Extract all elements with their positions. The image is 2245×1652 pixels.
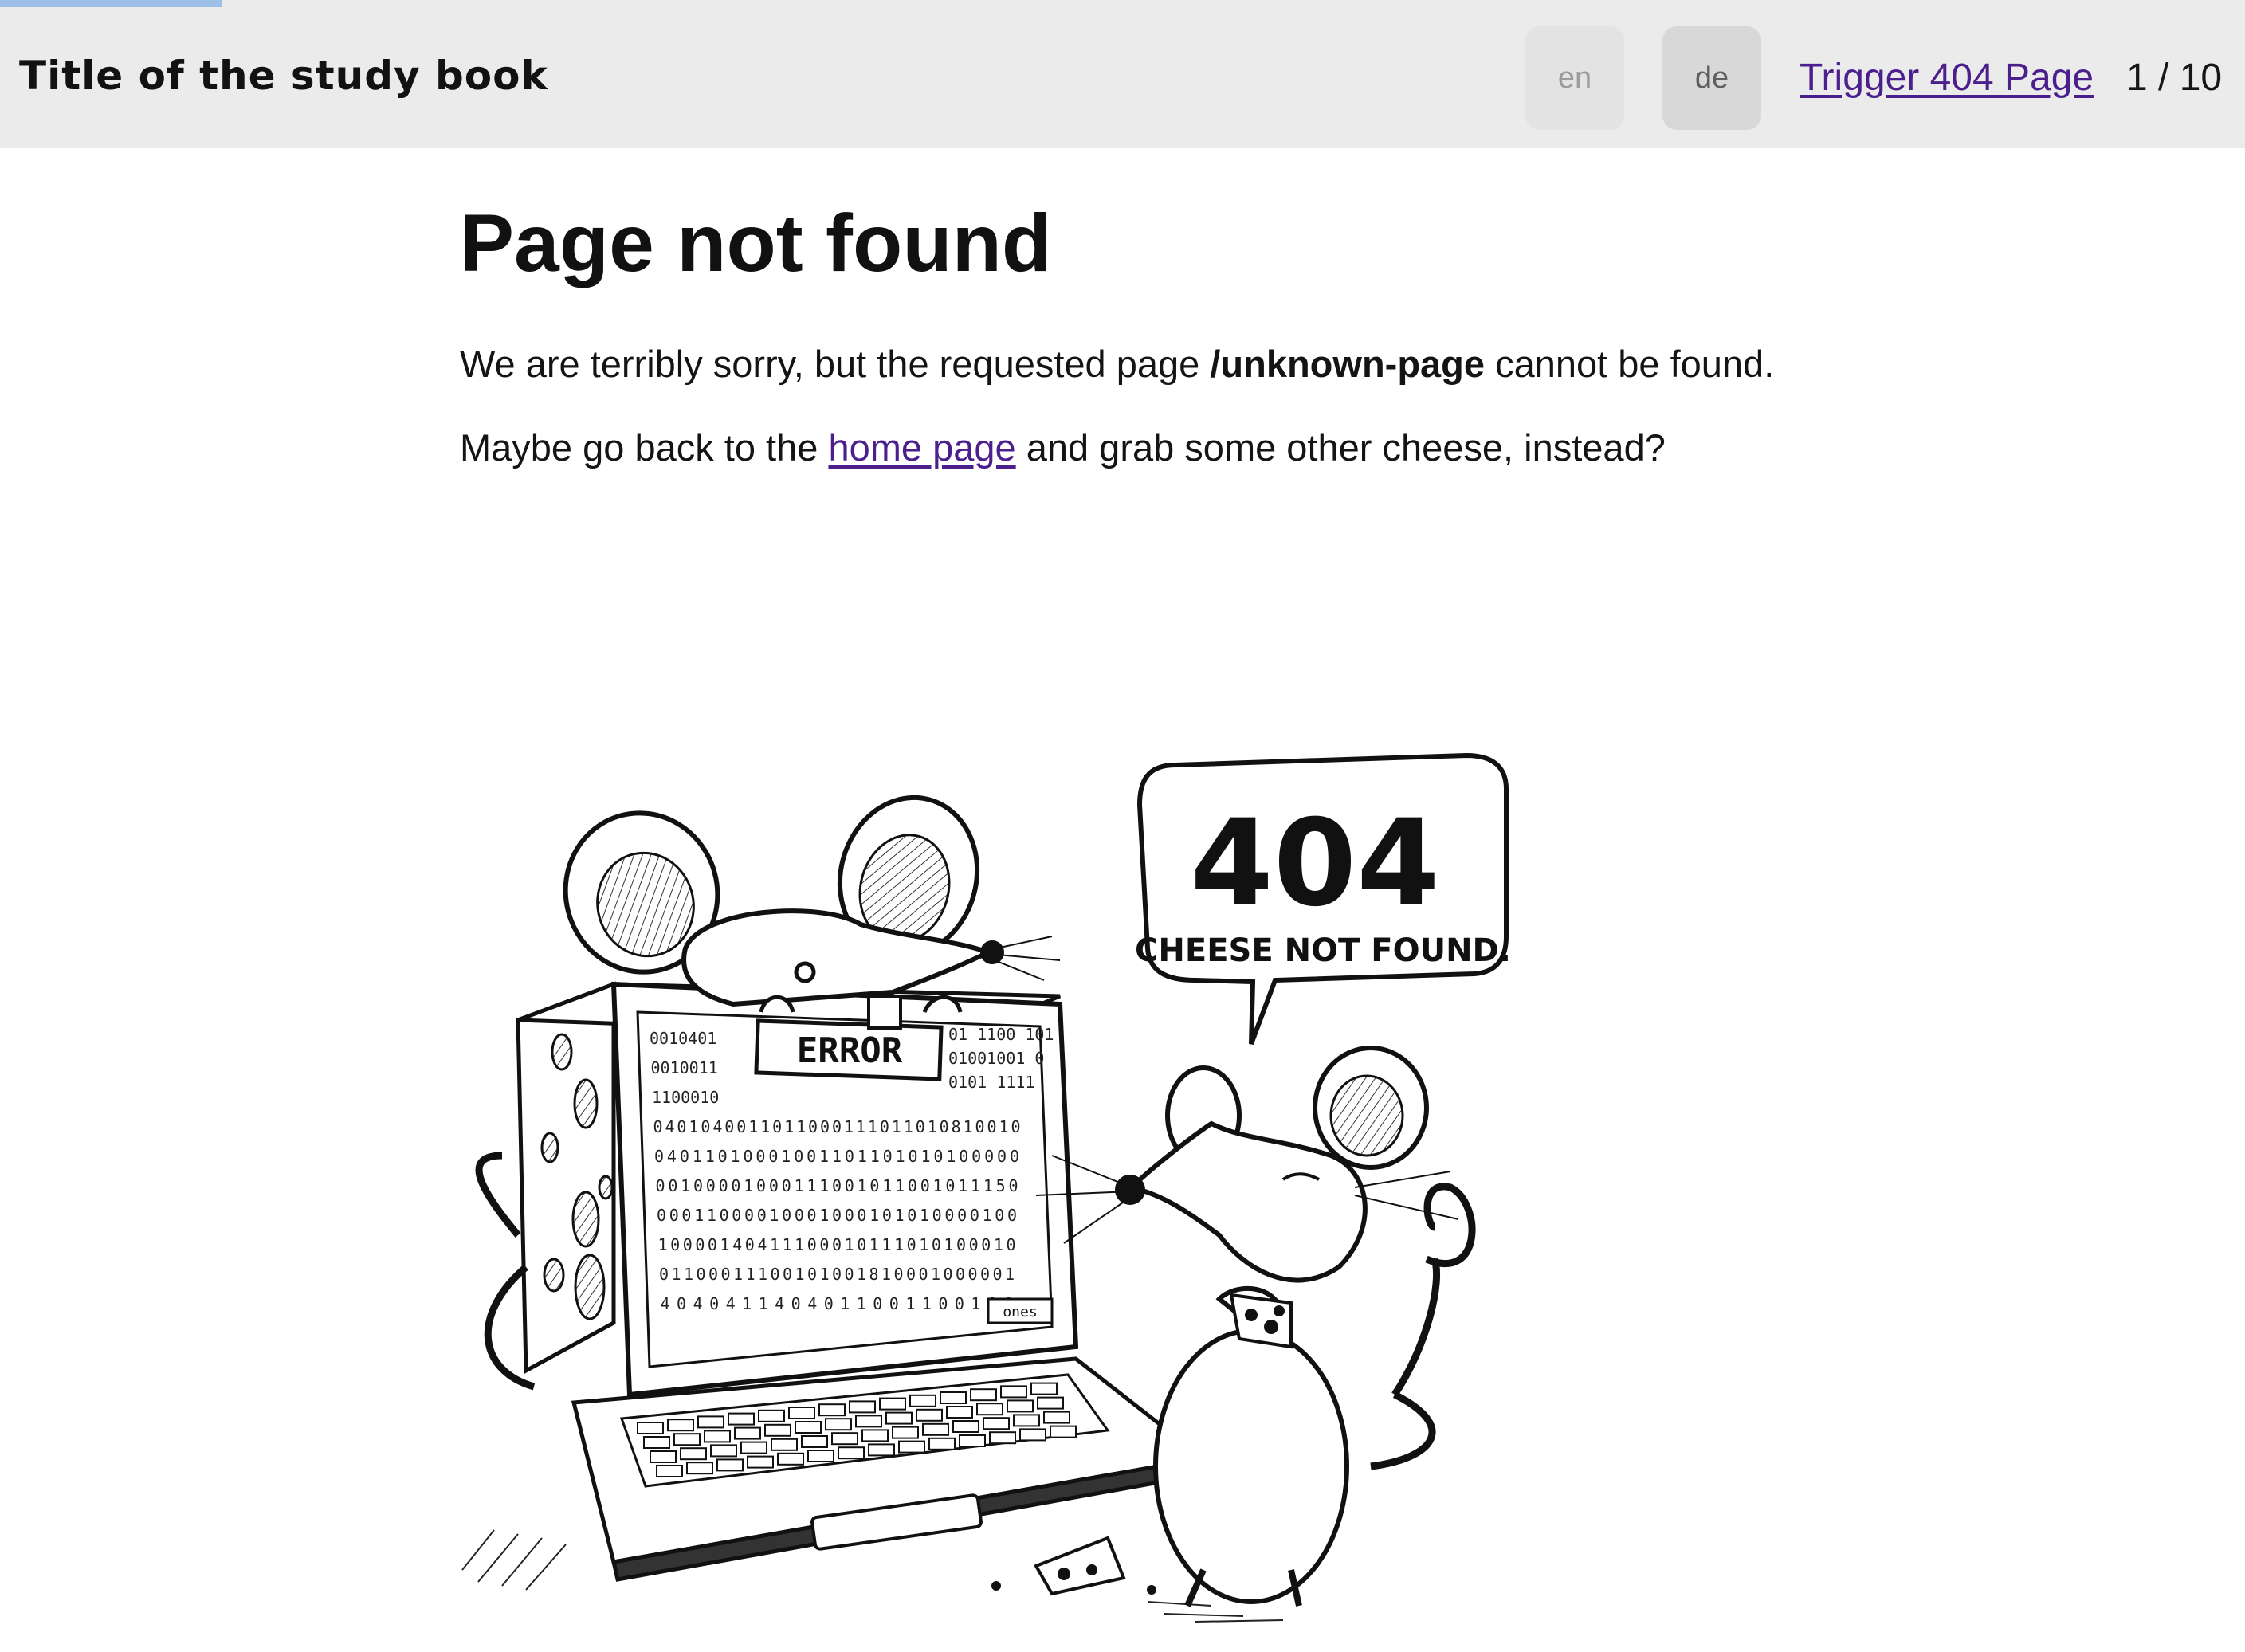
binary-row: 1100010 xyxy=(652,1088,719,1107)
keyboard-key xyxy=(788,1407,815,1419)
keyboard-key xyxy=(1037,1396,1064,1410)
keyboard-key xyxy=(740,1441,767,1454)
binary-row-right: 0101 1111 xyxy=(948,1073,1034,1092)
home-page-link[interactable]: home page xyxy=(828,426,1015,469)
keyboard-key xyxy=(734,1426,761,1440)
keyboard-key xyxy=(983,1417,1010,1430)
error-message-end: cannot be found. xyxy=(1485,343,1775,385)
keyboard-key xyxy=(818,1403,846,1417)
keyboard-key xyxy=(825,1418,852,1431)
keyboard-key xyxy=(970,1388,997,1402)
standing-mouse xyxy=(1035,1046,1476,1607)
keyboard-key xyxy=(801,1435,828,1448)
keyboard-key xyxy=(976,1403,1003,1416)
suggestion-start: Maybe go back to the xyxy=(460,426,829,469)
laptop-screen: ERROR 0010401 0010011 1100010 0401040011011… xyxy=(610,981,1079,1398)
screen-small-label: ones xyxy=(1003,1304,1037,1320)
keyboard-key xyxy=(946,1406,973,1419)
keyboard-key xyxy=(849,1400,876,1414)
page-counter: 1 / 10 xyxy=(2126,57,2223,99)
keyboard-key xyxy=(697,1415,724,1429)
keyboard-key xyxy=(1013,1414,1040,1427)
floor-shadow xyxy=(461,1529,1284,1623)
binary-row: 0010401 xyxy=(650,1029,716,1048)
keyboard-key xyxy=(667,1419,694,1432)
keyboard-key xyxy=(807,1450,834,1462)
trigger-404-link[interactable]: Trigger 404 Page xyxy=(1800,56,2094,100)
keyboard-key xyxy=(650,1450,677,1463)
keyboard-key xyxy=(716,1458,744,1472)
binary-row: 10000140411100010111010100010 xyxy=(658,1235,1016,1254)
suggestion-end: and grab some other cheese, instead? xyxy=(1015,426,1666,469)
keyboard-key xyxy=(940,1391,967,1404)
keyboard-key xyxy=(928,1437,956,1450)
requested-path: /unknown-page xyxy=(1210,343,1486,385)
bubble-caption: CHEESE NOT FOUND. xyxy=(1135,932,1511,969)
keyboard-key xyxy=(673,1433,701,1446)
keyboard-key xyxy=(868,1443,895,1457)
keyboard-key xyxy=(959,1434,986,1447)
reading-progress-overlay xyxy=(0,0,2245,7)
keyboard-key xyxy=(680,1447,707,1461)
keyboard-key xyxy=(1030,1382,1058,1395)
keyboard-key xyxy=(656,1465,683,1477)
binary-row-right: 01001001 0 xyxy=(948,1049,1044,1068)
speech-bubble: 404 CHEESE NOT FOUND. xyxy=(1135,752,1511,1046)
binary-row: 0401040011011000111011010810010 xyxy=(653,1117,1021,1136)
keyboard-key xyxy=(885,1411,913,1425)
keyboard-key xyxy=(747,1455,774,1469)
error-message-start: We are terribly sorry, but the requested… xyxy=(460,343,1211,385)
top-bar: Title of the study book en de Trigger 40… xyxy=(0,0,2245,148)
keyboard-key xyxy=(686,1462,713,1475)
keyboard-key xyxy=(1000,1385,1027,1399)
binary-row: 0010011 xyxy=(651,1058,718,1077)
keyboard-key xyxy=(989,1431,1016,1445)
error-label: ERROR xyxy=(797,1030,903,1071)
keyboard-key xyxy=(795,1421,822,1434)
keyboard-key xyxy=(861,1429,889,1442)
binary-row: 01100011100101001810001000001 xyxy=(659,1265,1015,1284)
keyboard-key xyxy=(922,1422,949,1436)
keyboard-key xyxy=(758,1409,785,1422)
language-button-de[interactable]: de xyxy=(1662,26,1761,130)
binary-row: 00100001000111001011001011150 xyxy=(656,1176,1018,1195)
keyboard-key xyxy=(1050,1425,1077,1438)
suggestion-message: Maybe go back to the home page and grab … xyxy=(460,424,1666,472)
keyboard-key xyxy=(728,1412,755,1426)
keyboard-key xyxy=(898,1440,925,1454)
keyboard-key xyxy=(1043,1411,1070,1424)
keyboard-key xyxy=(637,1422,664,1434)
keyboard-key xyxy=(1019,1428,1046,1442)
cheese-crumb xyxy=(991,1536,1156,1596)
keyboard-key xyxy=(764,1423,791,1437)
keyboard-key xyxy=(855,1415,882,1428)
error-message: We are terribly sorry, but the requested… xyxy=(460,340,1774,388)
binary-row-right: 01 1100 101 xyxy=(948,1025,1054,1044)
keyboard-key xyxy=(777,1452,804,1466)
binary-row: 04011010001001101101010100000 xyxy=(654,1147,1019,1166)
keyboard-key xyxy=(1007,1399,1034,1413)
keyboard-key xyxy=(916,1408,943,1422)
bubble-404: 404 xyxy=(1190,795,1439,933)
keyboard-key xyxy=(771,1438,798,1451)
keyboard-key xyxy=(892,1426,919,1439)
keyboard-key xyxy=(879,1397,906,1411)
binary-row: 00011000010001000101010000100 xyxy=(657,1206,1017,1225)
main-content: Page not found We are terribly sorry, bu… xyxy=(460,191,1974,469)
keyboard-key xyxy=(831,1432,858,1446)
page-title: Page not found xyxy=(460,198,1052,288)
keyboard-key xyxy=(838,1446,865,1460)
reading-progress-fill-top xyxy=(0,0,222,7)
keyboard-key xyxy=(710,1444,737,1458)
book-title: Title of the study book xyxy=(19,53,548,99)
keyboard-key xyxy=(704,1430,731,1443)
language-button-en[interactable]: en xyxy=(1525,26,1624,130)
keyboard-key xyxy=(909,1394,936,1407)
mice-404-illustration: ERROR 0010401 0010011 1100010 0401040011011… xyxy=(461,752,1511,1623)
keyboard-key xyxy=(952,1420,979,1433)
keyboard-key xyxy=(643,1436,670,1449)
